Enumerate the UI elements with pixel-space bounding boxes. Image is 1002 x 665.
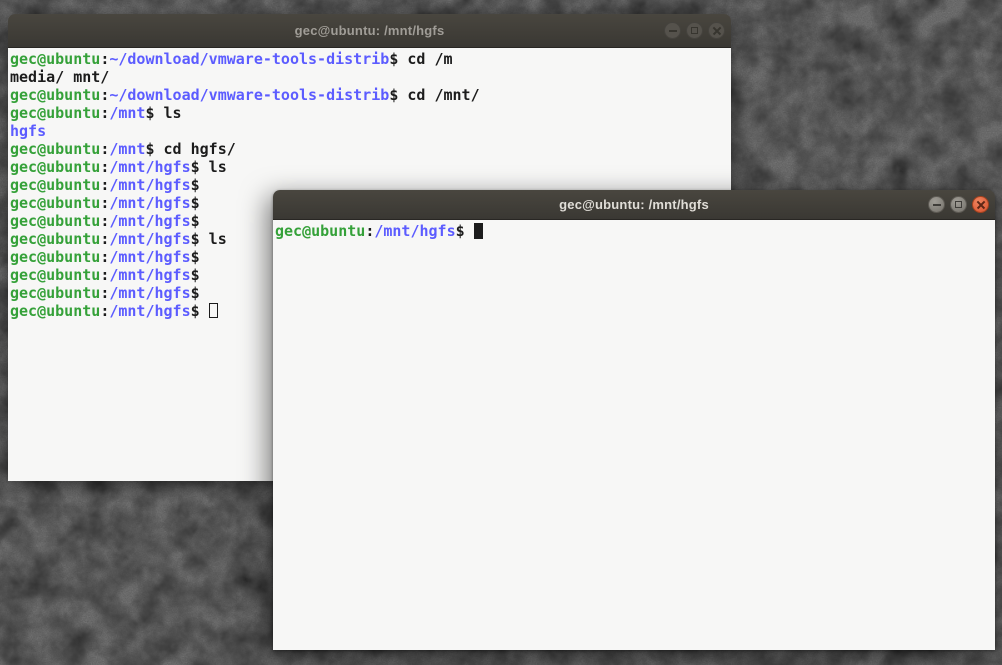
desktop: { "theme": { "desktop-bg": "#191919", "t… <box>0 0 1002 665</box>
terminal-content-front[interactable]: gec@ubuntu:/mnt/hgfs$ <box>273 220 995 650</box>
terminal-text-segment: $ <box>191 194 200 212</box>
terminal-text-segment: $ <box>191 212 200 230</box>
terminal-text-segment: gec@ubuntu <box>10 140 100 158</box>
maximize-button[interactable] <box>686 22 703 39</box>
terminal-text-segment: $ <box>191 176 200 194</box>
terminal-text-segment: gec@ubuntu <box>10 266 100 284</box>
terminal-text-segment: gec@ubuntu <box>275 222 365 240</box>
minimize-button[interactable] <box>928 196 945 213</box>
terminal-text-segment: $ <box>191 266 200 284</box>
terminal-text-segment: $ cd hgfs/ <box>145 140 235 158</box>
terminal-text-segment: : <box>100 158 109 176</box>
terminal-text-segment: $ cd /m <box>389 50 452 68</box>
terminal-text-segment: : <box>100 230 109 248</box>
terminal-text-segment: ~/download/vmware-tools-distrib <box>109 86 389 104</box>
close-button[interactable] <box>708 22 725 39</box>
terminal-text-segment: gec@ubuntu <box>10 176 100 194</box>
terminal-text-segment: gec@ubuntu <box>10 230 100 248</box>
terminal-text-segment: /mnt <box>109 104 145 122</box>
terminal-text-segment: : <box>365 222 374 240</box>
window-title: gec@ubuntu: /mnt/hgfs <box>295 23 445 38</box>
terminal-text-segment: gec@ubuntu <box>10 50 100 68</box>
terminal-text-segment: $ ls <box>191 230 227 248</box>
terminal-text-segment: $ ls <box>145 104 181 122</box>
terminal-text-segment: hgfs <box>10 122 46 140</box>
minimize-icon <box>933 204 941 206</box>
terminal-text-segment: : <box>100 104 109 122</box>
close-icon <box>712 26 722 36</box>
terminal-line: gec@ubuntu:~/download/vmware-tools-distr… <box>10 86 729 104</box>
titlebar-front[interactable]: gec@ubuntu: /mnt/hgfs <box>273 190 995 220</box>
terminal-text-segment: /mnt/hgfs <box>109 176 190 194</box>
terminal-text-segment: $ <box>191 302 209 320</box>
terminal-text-segment: : <box>100 284 109 302</box>
maximize-icon <box>955 201 962 208</box>
terminal-text-segment: : <box>100 140 109 158</box>
terminal-line: gec@ubuntu:/mnt/hgfs$ <box>275 222 993 240</box>
terminal-text-segment: /mnt/hgfs <box>109 248 190 266</box>
terminal-text-segment: /mnt/hgfs <box>109 266 190 284</box>
terminal-text-segment: /mnt/hgfs <box>374 222 455 240</box>
terminal-text-segment: ~/download/vmware-tools-distrib <box>109 50 389 68</box>
window-controls <box>664 14 725 47</box>
terminal-text-segment: gec@ubuntu <box>10 248 100 266</box>
terminal-text-segment: : <box>100 50 109 68</box>
window-controls <box>928 190 989 219</box>
terminal-text-segment: media/ mnt/ <box>10 68 109 86</box>
terminal-text-segment: $ <box>191 248 200 266</box>
terminal-text-segment: gec@ubuntu <box>10 158 100 176</box>
terminal-text-segment: : <box>100 248 109 266</box>
terminal-text-segment: $ ls <box>191 158 227 176</box>
maximize-icon <box>691 27 698 34</box>
terminal-cursor <box>474 223 483 239</box>
terminal-line: media/ mnt/ <box>10 68 729 86</box>
minimize-button[interactable] <box>664 22 681 39</box>
terminal-text-segment: : <box>100 86 109 104</box>
terminal-text-segment: gec@ubuntu <box>10 302 100 320</box>
terminal-text-segment: gec@ubuntu <box>10 194 100 212</box>
minimize-icon <box>669 30 677 32</box>
terminal-text-segment: gec@ubuntu <box>10 86 100 104</box>
terminal-line: gec@ubuntu:~/download/vmware-tools-distr… <box>10 50 729 68</box>
window-title: gec@ubuntu: /mnt/hgfs <box>559 197 709 212</box>
terminal-text-segment: /mnt <box>109 140 145 158</box>
terminal-line: gec@ubuntu:/mnt/hgfs$ ls <box>10 158 729 176</box>
close-icon <box>976 200 986 210</box>
terminal-line: gec@ubuntu:/mnt$ cd hgfs/ <box>10 140 729 158</box>
titlebar-back[interactable]: gec@ubuntu: /mnt/hgfs <box>8 14 731 48</box>
terminal-text-segment: $ <box>456 222 474 240</box>
terminal-text-segment: /mnt/hgfs <box>109 230 190 248</box>
terminal-cursor <box>209 303 218 318</box>
terminal-text-segment: : <box>100 266 109 284</box>
terminal-text-segment: : <box>100 212 109 230</box>
terminal-text-segment: $ cd /mnt/ <box>389 86 479 104</box>
terminal-text-segment: /mnt/hgfs <box>109 194 190 212</box>
terminal-text-segment: /mnt/hgfs <box>109 284 190 302</box>
terminal-text-segment: /mnt/hgfs <box>109 302 190 320</box>
terminal-text-segment: /mnt/hgfs <box>109 212 190 230</box>
terminal-text-segment: : <box>100 176 109 194</box>
maximize-button[interactable] <box>950 196 967 213</box>
terminal-line: hgfs <box>10 122 729 140</box>
terminal-text-segment: gec@ubuntu <box>10 104 100 122</box>
terminal-text-segment: : <box>100 194 109 212</box>
terminal-window-front: gec@ubuntu: /mnt/hgfs gec@ubuntu:/mnt/hg… <box>273 190 995 650</box>
terminal-text-segment: $ <box>191 284 200 302</box>
close-button[interactable] <box>972 196 989 213</box>
terminal-line: gec@ubuntu:/mnt$ ls <box>10 104 729 122</box>
terminal-text-segment: /mnt/hgfs <box>109 158 190 176</box>
terminal-text-segment: : <box>100 302 109 320</box>
terminal-text-segment: gec@ubuntu <box>10 212 100 230</box>
terminal-text-segment: gec@ubuntu <box>10 284 100 302</box>
